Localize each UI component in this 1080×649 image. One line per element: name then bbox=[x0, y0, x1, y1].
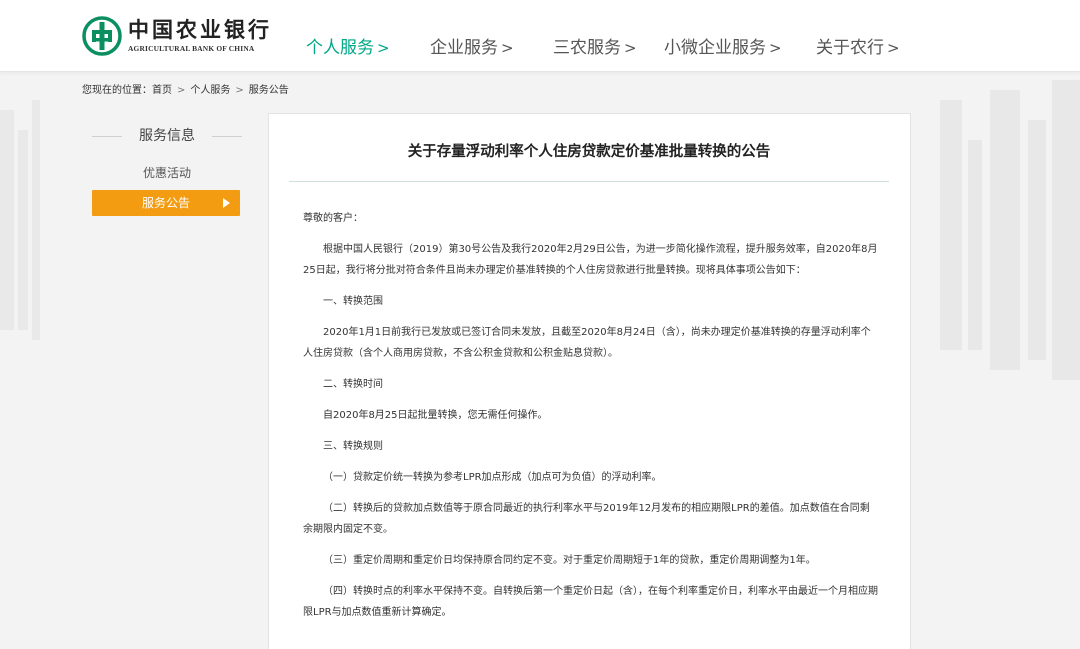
article-paragraph: （四）转换时点的利率水平保持不变。自转换后第一个重定价日起（含），在每个利率重定… bbox=[303, 586, 878, 618]
nav-item-small-business[interactable]: 小微企业服务 > bbox=[664, 36, 782, 60]
sidebar: 服务信息 优惠活动 服务公告 bbox=[92, 126, 242, 216]
breadcrumb: 您现在的位置：首页 > 个人服务 > 服务公告 bbox=[82, 84, 289, 98]
nav-item-personal[interactable]: 个人服务 > bbox=[306, 36, 390, 60]
chevron-right-icon: > bbox=[624, 39, 637, 57]
nav-item-label: 三农服务 bbox=[553, 38, 621, 58]
breadcrumb-current: 服务公告 bbox=[248, 85, 289, 96]
sidebar-item-promotions[interactable]: 优惠活动 bbox=[92, 160, 242, 186]
article-panel: 关于存量浮动利率个人住房贷款定价基准批量转换的公告 尊敬的客户： 根据中国人民银… bbox=[268, 113, 911, 649]
chevron-right-icon: > bbox=[501, 39, 514, 57]
breadcrumb-separator: > bbox=[235, 85, 244, 96]
chevron-right-icon: > bbox=[887, 39, 900, 57]
logo-english-name: AGRICULTURAL BANK OF CHINA bbox=[128, 44, 255, 53]
article-paragraph: （一）贷款定价统一转换为参考LPR加点形成（加点可为负值）的浮动利率。 bbox=[323, 472, 662, 483]
title-divider bbox=[289, 181, 889, 182]
sidebar-item-announcements[interactable]: 服务公告 bbox=[92, 190, 240, 216]
article-section-heading: 二、转换时间 bbox=[323, 379, 383, 390]
article-paragraph: （三）重定价周期和重定价日均保持原合同约定不变。对于重定价周期短于1年的贷款，重… bbox=[323, 555, 816, 566]
article-section-heading: 三、转换规则 bbox=[323, 441, 383, 452]
site-header: 中国农业银行 AGRICULTURAL BANK OF CHINA 个人服务 > … bbox=[0, 0, 1080, 72]
article-paragraph: 2020年1月1日前我行已发放或已签订合同未发放，且截至2020年8月24日（含… bbox=[303, 327, 871, 359]
sidebar-title: 服务信息 bbox=[92, 126, 242, 146]
triangle-right-icon bbox=[223, 198, 230, 208]
article-paragraph: （二）转换后的贷款加点数值等于原合同最近的执行利率水平与2019年12月发布的相… bbox=[303, 503, 870, 535]
nav-item-label: 小微企业服务 bbox=[664, 38, 766, 58]
article-salutation: 尊敬的客户： bbox=[303, 213, 363, 224]
sidebar-item-label: 服务公告 bbox=[141, 196, 190, 210]
bank-logo[interactable]: 中国农业银行 AGRICULTURAL BANK OF CHINA bbox=[82, 16, 272, 56]
nav-item-label: 关于农行 bbox=[816, 38, 884, 58]
title-divider-left bbox=[92, 136, 122, 137]
title-divider-right bbox=[212, 136, 242, 137]
background-decoration-left bbox=[0, 100, 40, 340]
breadcrumb-prefix: 您现在的位置： bbox=[82, 85, 152, 96]
nav-item-label: 企业服务 bbox=[430, 38, 498, 58]
background-decoration-right bbox=[940, 80, 1080, 380]
article-paragraph: 自2020年8月25日起批量转换，您无需任何操作。 bbox=[323, 410, 548, 421]
logo-chinese-name: 中国农业银行 bbox=[128, 17, 272, 42]
breadcrumb-home[interactable]: 首页 bbox=[152, 85, 172, 96]
nav-item-label: 个人服务 bbox=[306, 38, 374, 58]
chevron-right-icon: > bbox=[377, 39, 390, 57]
article-title: 关于存量浮动利率个人住房贷款定价基准批量转换的公告 bbox=[407, 143, 771, 160]
nav-item-about[interactable]: 关于农行 > bbox=[816, 36, 900, 60]
chevron-right-icon: > bbox=[769, 39, 782, 57]
article-paragraph: 根据中国人民银行（2019）第30号公告及我行2020年2月29日公告，为进一步… bbox=[303, 244, 878, 276]
article-body: 尊敬的客户： 根据中国人民银行（2019）第30号公告及我行2020年2月29日… bbox=[303, 208, 878, 633]
nav-item-corporate[interactable]: 企业服务 > bbox=[430, 36, 514, 60]
breadcrumb-personal[interactable]: 个人服务 bbox=[190, 85, 230, 96]
article-section-heading: 一、转换范围 bbox=[323, 296, 383, 307]
breadcrumb-separator: > bbox=[177, 85, 186, 96]
sidebar-title-text: 服务信息 bbox=[139, 128, 195, 144]
abc-logo-icon bbox=[82, 16, 122, 56]
nav-item-agriculture[interactable]: 三农服务 > bbox=[553, 36, 637, 60]
